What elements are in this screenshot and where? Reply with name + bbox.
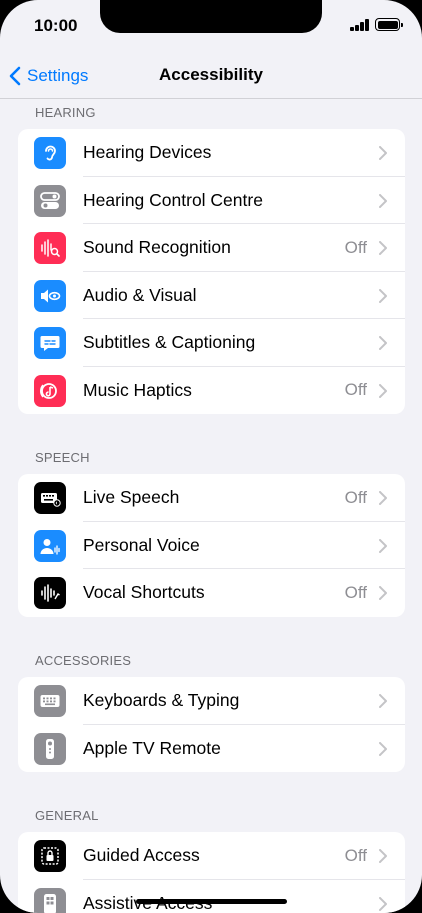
section-header-hearing: HEARING bbox=[35, 105, 96, 120]
chevron-right-icon bbox=[379, 586, 387, 600]
keyboard-speech-icon bbox=[34, 482, 66, 514]
person-wave-icon bbox=[34, 529, 66, 562]
chevron-right-icon bbox=[379, 336, 387, 350]
row-audio-visual[interactable]: Audio & Visual bbox=[18, 272, 405, 319]
row-label: Audio & Visual bbox=[83, 284, 197, 305]
chevron-right-icon bbox=[379, 849, 387, 863]
navigation-bar: Settings Accessibility bbox=[0, 52, 422, 99]
row-label: Personal Voice bbox=[83, 534, 200, 555]
home-indicator[interactable] bbox=[136, 899, 287, 904]
status-time: 10:00 bbox=[34, 16, 78, 35]
chevron-right-icon bbox=[379, 288, 387, 303]
section-header-accessories: ACCESSORIES bbox=[35, 653, 132, 668]
remote-icon bbox=[34, 732, 66, 765]
keyboard-icon bbox=[34, 685, 66, 717]
row-value: Off bbox=[344, 487, 367, 507]
screen: 10:00 Settings Accessibility HEARING Hea… bbox=[0, 0, 422, 913]
chevron-right-icon bbox=[379, 241, 387, 255]
battery-icon bbox=[375, 18, 403, 31]
row-guided-access[interactable]: Guided Access Off bbox=[18, 832, 405, 880]
notch bbox=[100, 0, 322, 33]
row-sound-recognition[interactable]: Sound Recognition Off bbox=[18, 224, 405, 272]
group-hearing: Hearing Devices Hearing Control Centre S… bbox=[18, 129, 405, 414]
row-hearing-devices[interactable]: Hearing Devices bbox=[18, 129, 405, 177]
row-label: Subtitles & Captioning bbox=[83, 332, 256, 353]
row-label: Sound Recognition bbox=[83, 237, 231, 258]
row-value: Off bbox=[344, 237, 367, 257]
row-label: Guided Access bbox=[83, 845, 200, 866]
chevron-right-icon bbox=[379, 383, 387, 398]
row-music-haptics[interactable]: Music Haptics Off bbox=[18, 367, 405, 415]
chevron-right-icon bbox=[379, 694, 387, 708]
chevron-right-icon bbox=[379, 538, 387, 553]
row-label: Vocal Shortcuts bbox=[83, 582, 205, 603]
status-bar: 10:00 bbox=[0, 0, 422, 52]
lock-frame-icon bbox=[34, 840, 66, 872]
row-value: Off bbox=[344, 582, 367, 602]
ear-icon bbox=[34, 137, 66, 169]
row-personal-voice[interactable]: Personal Voice bbox=[18, 522, 405, 569]
row-vocal-shortcuts[interactable]: Vocal Shortcuts Off bbox=[18, 569, 405, 617]
chevron-right-icon bbox=[379, 741, 387, 756]
signal-icon bbox=[350, 19, 370, 31]
row-label: Hearing Devices bbox=[83, 142, 212, 163]
waveform-magnifier-icon bbox=[34, 232, 66, 264]
row-value: Off bbox=[344, 380, 367, 400]
toggles-icon bbox=[34, 184, 66, 217]
chevron-right-icon bbox=[379, 146, 387, 160]
row-value: Off bbox=[344, 845, 367, 865]
waveform-arrow-icon bbox=[34, 577, 66, 609]
row-label: Keyboards & Typing bbox=[83, 690, 240, 711]
group-speech: Live Speech Off Personal Voice Vocal Sho… bbox=[18, 474, 405, 617]
row-live-speech[interactable]: Live Speech Off bbox=[18, 474, 405, 522]
page-title: Accessibility bbox=[159, 65, 263, 84]
chevron-right-icon bbox=[379, 896, 387, 911]
row-label: Apple TV Remote bbox=[83, 737, 221, 758]
row-subtitles-captioning[interactable]: Subtitles & Captioning bbox=[18, 319, 405, 367]
chevron-right-icon bbox=[379, 193, 387, 208]
row-apple-tv-remote[interactable]: Apple TV Remote bbox=[18, 725, 405, 773]
assistive-grid-icon bbox=[34, 887, 66, 913]
row-label: Live Speech bbox=[83, 487, 180, 508]
group-accessories: Keyboards & Typing Apple TV Remote bbox=[18, 677, 405, 772]
speaker-eye-icon bbox=[34, 279, 66, 312]
row-assistive-access[interactable]: Assistive Access bbox=[18, 880, 405, 913]
section-header-general: GENERAL bbox=[35, 808, 99, 823]
row-keyboards-typing[interactable]: Keyboards & Typing bbox=[18, 677, 405, 725]
row-hearing-control-centre[interactable]: Hearing Control Centre bbox=[18, 177, 405, 224]
row-label: Music Haptics bbox=[83, 379, 192, 400]
music-haptics-icon bbox=[34, 374, 66, 407]
section-header-speech: SPEECH bbox=[35, 450, 90, 465]
chevron-right-icon bbox=[379, 491, 387, 505]
row-label: Hearing Control Centre bbox=[83, 189, 263, 210]
caption-bubble-icon bbox=[34, 327, 66, 359]
